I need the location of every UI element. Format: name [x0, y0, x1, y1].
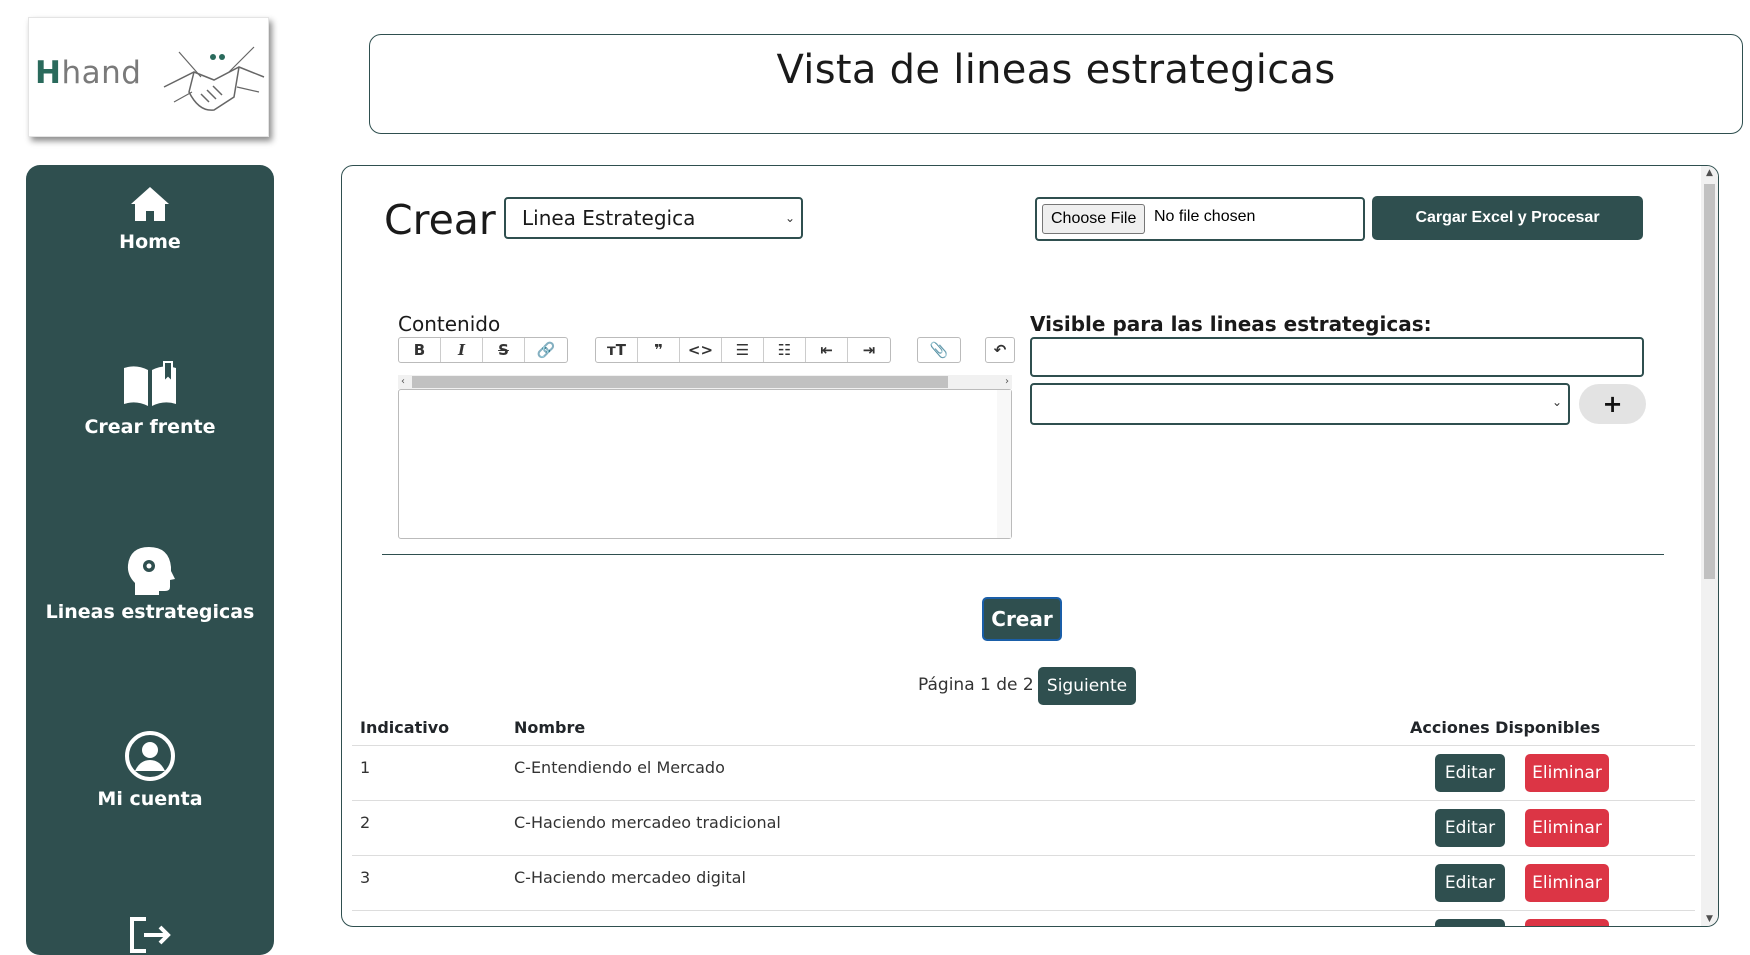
scroll-right-icon[interactable]: ›	[1005, 375, 1009, 389]
edit-button[interactable]: Editar	[1435, 809, 1505, 847]
row-name: C-Haciendo mercadeo digital	[514, 868, 746, 887]
scroll-left-icon[interactable]: ‹	[401, 375, 405, 389]
choose-file-button[interactable]: Choose File	[1042, 204, 1146, 234]
row-id: 1	[360, 758, 371, 777]
outdent-button[interactable]: ⇤	[806, 338, 848, 362]
row-id: 2	[360, 813, 371, 832]
logout-icon	[130, 917, 171, 953]
quote-button[interactable]: ❞	[638, 338, 680, 362]
delete-button[interactable]	[1525, 919, 1609, 926]
scroll-thumb[interactable]	[412, 376, 948, 388]
sidebar-item-home[interactable]: Home	[26, 183, 274, 253]
scroll-up-icon[interactable]: ▲	[1701, 166, 1718, 180]
divider	[382, 554, 1664, 555]
page-title: Vista de lineas estrategicas	[776, 47, 1336, 93]
row-name: C-Haciendo mercadeo tradicional	[514, 813, 781, 832]
strike-button[interactable]: S	[483, 338, 525, 362]
visible-label: Visible para las lineas estrategicas:	[1030, 312, 1432, 336]
pager-text: Página 1 de 2	[918, 675, 1034, 695]
scroll-thumb[interactable]	[1704, 184, 1715, 579]
cargar-excel-button[interactable]: Cargar Excel y Procesar	[1372, 196, 1643, 240]
sidebar-item-mi-cuenta[interactable]: Mi cuenta	[26, 730, 274, 810]
table-header: Indicativo Nombre Acciones Disponibles	[352, 706, 1695, 746]
logo: Hhand	[28, 17, 269, 137]
editor-horizontal-scrollbar[interactable]: ‹ ›	[398, 375, 1012, 389]
toolbar-group-history: ↶	[985, 337, 1015, 363]
delete-button[interactable]: Eliminar	[1525, 809, 1609, 847]
delete-button[interactable]: Eliminar	[1525, 864, 1609, 902]
edit-button[interactable]: Editar	[1435, 754, 1505, 792]
toolbar-group-block: тТ ❞ <> ☰ ☷ ⇤ ⇥	[595, 337, 891, 363]
edit-button[interactable]: Editar	[1435, 864, 1505, 902]
header-nombre: Nombre	[514, 718, 586, 737]
home-icon	[131, 187, 169, 221]
main-card: Crear Linea Estrategica ⌄ Choose File No…	[341, 165, 1719, 927]
row-name: C-Entendiendo el Mercado	[514, 758, 725, 777]
header-indicativo: Indicativo	[360, 718, 450, 737]
attach-icon[interactable]: 📎	[918, 338, 960, 362]
link-icon[interactable]: 🔗	[525, 338, 567, 362]
logo-text: Hhand	[35, 55, 142, 91]
code-button[interactable]: <>	[680, 338, 722, 362]
scroll-down-icon[interactable]: ▼	[1701, 912, 1718, 926]
type-select[interactable]: Linea Estrategica ⌄	[504, 197, 803, 239]
undo-icon[interactable]: ↶	[986, 338, 1014, 362]
table-row: 3 C-Haciendo mercadeo digital Editar Eli…	[352, 856, 1695, 911]
toolbar-group-attach: 📎	[917, 337, 961, 363]
sidebar-item-logout[interactable]	[26, 915, 274, 955]
bold-button[interactable]: B	[399, 338, 441, 362]
siguiente-button[interactable]: Siguiente	[1038, 667, 1136, 705]
book-icon	[124, 361, 176, 406]
visible-lineas-input[interactable]	[1030, 337, 1644, 377]
file-status: No file chosen	[1154, 208, 1256, 225]
page-header: Vista de lineas estrategicas	[369, 34, 1743, 134]
chevron-down-icon: ⌄	[784, 211, 795, 225]
file-input[interactable]: Choose File No file chosen	[1035, 197, 1365, 241]
head-gear-icon	[127, 547, 175, 595]
edit-button[interactable]	[1435, 919, 1505, 926]
editor-vertical-scrollbar[interactable]	[997, 390, 1011, 538]
editor-toolbar: B I S 🔗 тТ ❞ <> ☰ ☷ ⇤ ⇥ 📎 ↶	[398, 337, 1018, 363]
add-linea-button[interactable]: +	[1579, 384, 1646, 424]
user-circle-icon	[125, 731, 175, 781]
sidebar: Home Crear frente Lineas estrategicas Mi…	[26, 165, 274, 955]
italic-button[interactable]: I	[441, 338, 483, 362]
chevron-down-icon: ⌄	[1551, 395, 1562, 409]
table-row-partial	[352, 911, 1695, 926]
contenido-label: Contenido	[398, 312, 501, 336]
heading-button[interactable]: тТ	[596, 338, 638, 362]
sidebar-item-crear-frente[interactable]: Crear frente	[26, 360, 274, 438]
crear-title: Crear	[384, 196, 496, 244]
indent-button[interactable]: ⇥	[848, 338, 890, 362]
bullet-list-button[interactable]: ☰	[722, 338, 764, 362]
page-scrollbar[interactable]: ▲ ▼	[1701, 166, 1718, 926]
header-acciones: Acciones Disponibles	[1410, 718, 1601, 737]
table-row: 1 C-Entendiendo el Mercado Editar Elimin…	[352, 746, 1695, 801]
toolbar-group-format: B I S 🔗	[398, 337, 568, 363]
contenido-editor[interactable]	[398, 389, 1012, 539]
sidebar-item-lineas-estrategicas[interactable]: Lineas estrategicas	[26, 545, 274, 623]
row-id: 3	[360, 868, 371, 887]
delete-button[interactable]: Eliminar	[1525, 754, 1609, 792]
numbered-list-button[interactable]: ☷	[764, 338, 806, 362]
visible-lineas-select[interactable]: ⌄	[1030, 383, 1570, 425]
handshake-icon	[163, 46, 265, 111]
table-row: 2 C-Haciendo mercadeo tradicional Editar…	[352, 801, 1695, 856]
crear-button[interactable]: Crear	[982, 597, 1062, 641]
